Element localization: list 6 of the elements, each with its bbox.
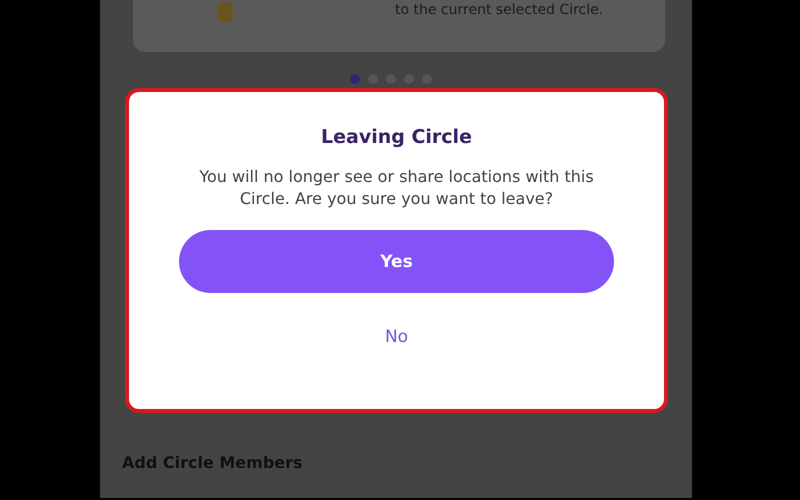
card-text: to the current selected Circle. [395, 2, 604, 18]
dialog-message: You will no longer see or share locations with this Circle. Are you sure you want to leave? [198, 166, 595, 210]
yes-button[interactable]: Yes [179, 230, 614, 293]
page-dot[interactable] [350, 74, 360, 84]
no-button[interactable]: No [374, 323, 418, 351]
dialog-title: Leaving Circle [321, 126, 472, 148]
